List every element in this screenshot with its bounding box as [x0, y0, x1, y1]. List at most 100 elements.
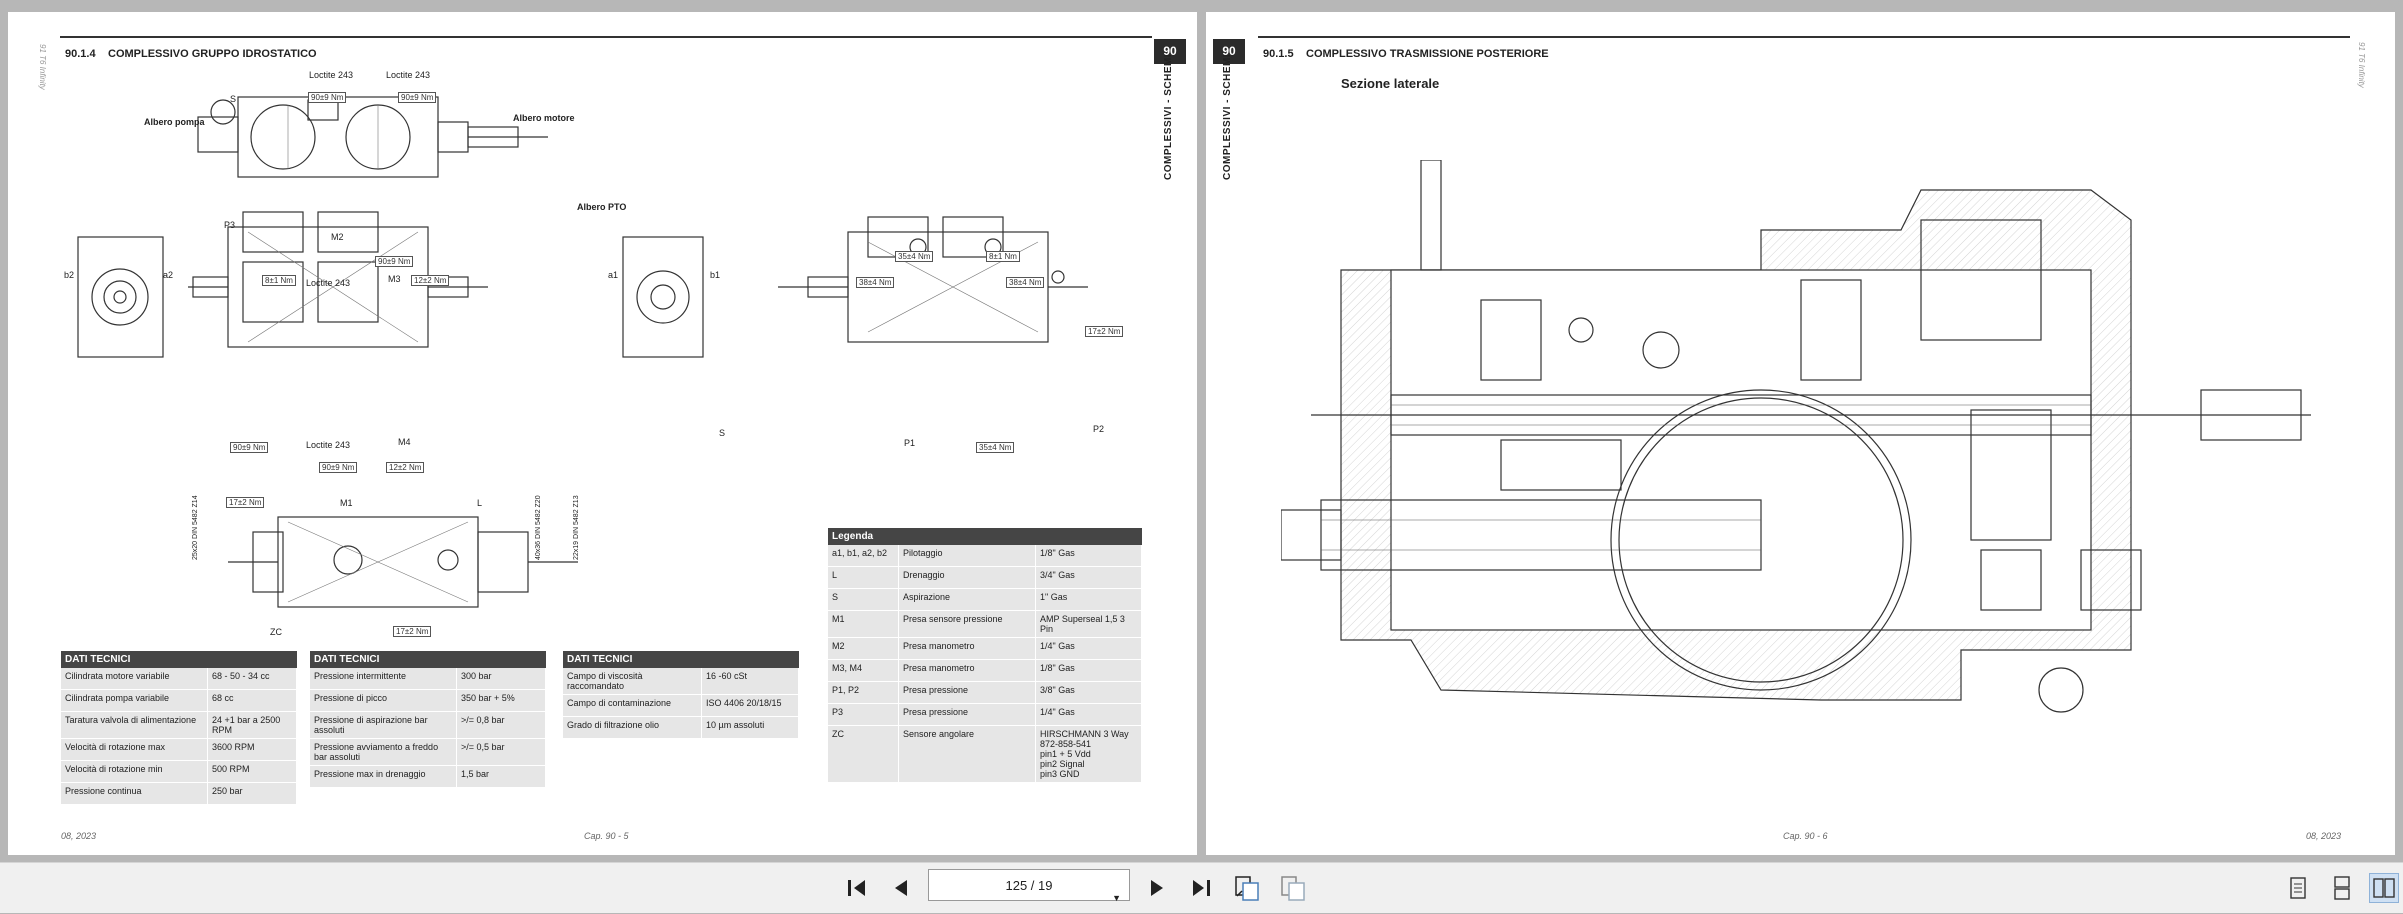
document-page-left: 90.1.4 COMPLESSIVO GRUPPO IDROSTATICO 90… — [8, 12, 1197, 855]
section-title: COMPLESSIVO TRASMISSIONE POSTERIORE — [1306, 48, 1549, 60]
prev-page-button[interactable] — [886, 873, 916, 903]
label-loctite-3: Loctite 243 — [306, 278, 351, 288]
label-p2: P2 — [1093, 424, 1105, 434]
table-cell: Pressione continua — [61, 782, 208, 805]
table-cell: 16 -60 cSt — [701, 668, 799, 695]
table-cell: Grado di filtrazione olio — [563, 716, 702, 739]
footer-date: 08, 2023 — [2306, 831, 2342, 841]
page-number-input[interactable]: 125 / 19 ▼ — [928, 869, 1130, 903]
drawing-subtitle: Sezione laterale — [1341, 76, 1440, 91]
last-page-button[interactable] — [1186, 873, 1216, 903]
table-cell: 500 RPM — [207, 760, 297, 783]
legend-cell: ZC — [828, 725, 899, 783]
torque-label: 35±4 Nm — [976, 442, 1015, 453]
torque-label: 90±9 Nm — [375, 256, 414, 267]
table-cell: Cilindrata pompa variabile — [61, 689, 208, 712]
torque-label: 90±9 Nm — [398, 92, 437, 103]
two-page-view-button[interactable] — [2369, 873, 2399, 903]
legend-cell: Presa manometro — [898, 637, 1036, 660]
fit-page-button[interactable] — [1232, 873, 1262, 903]
legend-cell: P3 — [828, 703, 899, 726]
table-cell: Velocità di rotazione max — [61, 738, 208, 761]
table-cell: >/= 0,5 bar — [456, 738, 546, 766]
label-m2: M2 — [331, 232, 344, 242]
label-l: L — [477, 498, 483, 508]
torque-label: 8±1 Nm — [986, 251, 1020, 262]
table-header: DATI TECNICI — [563, 651, 799, 668]
section-number: 90.1.4 — [65, 48, 96, 60]
label-s-2: S — [719, 428, 726, 438]
continuous-view-icon — [2334, 876, 2350, 900]
legend-cell: P1, P2 — [828, 681, 899, 704]
legend-cell: Presa manometro — [898, 659, 1036, 682]
header-rule — [1258, 36, 2350, 38]
table-header: DATI TECNICI — [310, 651, 546, 668]
legend-cell: Drenaggio — [898, 566, 1036, 589]
table-cell: Velocità di rotazione min — [61, 760, 208, 783]
legend-table: Legenda a1, b1, a2, b2 Pilotaggio 1/8" Gas… — [828, 528, 1142, 783]
single-page-view-icon — [2290, 877, 2306, 899]
table-cell: 350 bar + 5% — [456, 689, 546, 712]
legend-cell: Sensore angolare — [898, 725, 1036, 783]
torque-label: 17±2 Nm — [1085, 326, 1124, 337]
single-page-view-button[interactable] — [2283, 873, 2313, 903]
next-page-button[interactable] — [1142, 873, 1172, 903]
torque-label: 12±2 Nm — [386, 462, 425, 473]
tech-data-table-3: DATI TECNICI Campo di viscosità raccoman… — [563, 651, 799, 739]
label-m1: M1 — [340, 498, 353, 508]
footer-date: 08, 2023 — [61, 831, 97, 841]
legend-cell: M1 — [828, 610, 899, 638]
label-a2: a2 — [163, 270, 174, 280]
footer-page: Cap. 90 - 6 — [1783, 831, 1828, 841]
tech-data-table-2: DATI TECNICI Pressione intermittente 300 … — [310, 651, 546, 788]
torque-label: 38±4 Nm — [856, 277, 895, 288]
table-cell: 24 +1 bar a 2500 RPM — [207, 711, 297, 739]
legend-cell: 1/8" Gas — [1035, 545, 1142, 567]
table-cell: Pressione avviamento a freddo bar assolu… — [310, 738, 457, 766]
legend-cell: Aspirazione — [898, 588, 1036, 611]
side-label: COMPLESSIVI - SCHEMI — [1222, 53, 1233, 180]
table-cell: Pressione intermittente — [310, 668, 457, 690]
table-cell: 250 bar — [207, 782, 297, 805]
fit-width-icon — [1281, 876, 1305, 901]
legend-header: Legenda — [828, 528, 1142, 545]
legend-cell: a1, b1, a2, b2 — [828, 545, 899, 567]
fit-width-button[interactable] — [1278, 873, 1308, 903]
label-zc: ZC — [270, 627, 282, 637]
label-loctite-1: Loctite 243 — [309, 70, 354, 80]
brand-label: 91 T6 Infinity — [2357, 42, 2366, 88]
torque-label: 90±9 Nm — [319, 462, 358, 473]
legend-cell: AMP Superseal 1,5 3 Pin — [1035, 610, 1142, 638]
torque-label: 8±1 Nm — [262, 275, 296, 286]
legend-cell: 1" Gas — [1035, 588, 1142, 611]
legend-cell: Presa sensore pressione — [898, 610, 1036, 638]
first-page-button[interactable] — [842, 873, 872, 903]
label-loctite-4: Loctite 243 — [306, 440, 351, 450]
table-cell: 300 bar — [456, 668, 546, 690]
torque-label: 17±2 Nm — [226, 497, 265, 508]
brand-label: 91 T6 Infinity — [38, 44, 47, 90]
label-s: S — [230, 94, 237, 104]
table-cell: >/= 0,8 bar — [456, 711, 546, 739]
table-cell: 68 - 50 - 34 cc — [207, 668, 297, 690]
legend-cell: M2 — [828, 637, 899, 660]
two-page-view-icon — [2373, 878, 2395, 898]
torque-label: 90±9 Nm — [230, 442, 269, 453]
label-m3: M3 — [388, 274, 401, 284]
table-cell: 68 cc — [207, 689, 297, 712]
chevron-down-icon: ▼ — [1112, 893, 1121, 903]
torque-label: 12±2 Nm — [411, 275, 450, 286]
legend-cell: Presa pressione — [898, 681, 1036, 704]
label-albero-pompa: Albero pompa — [144, 117, 205, 127]
document-page-right: 90 90.1.5 COMPLESSIVO TRASMISSIONE POSTE… — [1206, 12, 2395, 855]
dimension-label: 40x36 DIN 5482 Z20 — [535, 495, 542, 560]
legend-cell: L — [828, 566, 899, 589]
legend-cell: Pilotaggio — [898, 545, 1036, 567]
continuous-view-button[interactable] — [2327, 873, 2357, 903]
table-cell: Taratura valvola di alimentazione — [61, 711, 208, 739]
legend-cell: 1/8" Gas — [1035, 659, 1142, 682]
legend-cell: 1/4" Gas — [1035, 703, 1142, 726]
dimension-label: 25x20 DIN 5482 Z14 — [192, 495, 199, 560]
label-loctite-2: Loctite 243 — [386, 70, 431, 80]
legend-cell: 3/8" Gas — [1035, 681, 1142, 704]
